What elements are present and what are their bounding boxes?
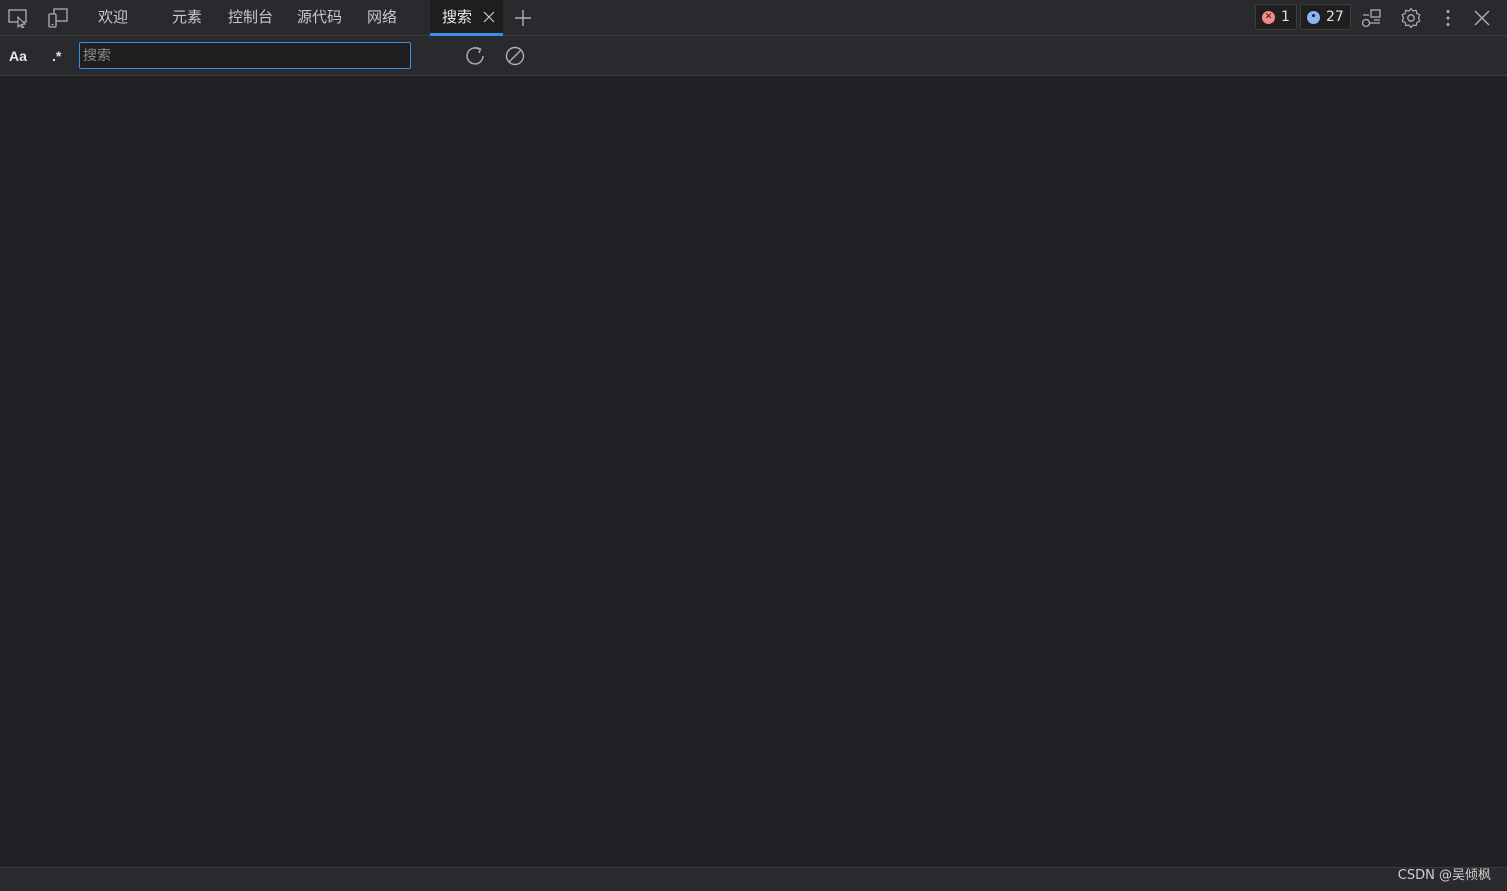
search-toolbar: Aa .* [0, 36, 1507, 76]
clear-results-icon[interactable] [503, 44, 527, 68]
close-devtools-icon[interactable] [1470, 6, 1494, 30]
tab-welcome[interactable]: 欢迎 [98, 0, 128, 36]
inspect-element-icon[interactable] [6, 6, 30, 30]
tab-console[interactable]: 控制台 [228, 0, 273, 36]
settings-gear-icon[interactable] [1399, 6, 1423, 30]
message-icon: • [1307, 10, 1320, 24]
messages-badge[interactable]: • 27 [1300, 4, 1351, 30]
tab-sources[interactable]: 源代码 [297, 0, 342, 36]
device-emulation-icon[interactable] [46, 6, 70, 30]
customize-icon[interactable] [1359, 6, 1383, 30]
tab-search-label: 搜索 [442, 8, 473, 26]
search-results-panel [0, 76, 1507, 867]
regex-button[interactable]: .* [52, 45, 61, 67]
add-tab-icon[interactable] [511, 6, 535, 30]
messages-count: 27 [1326, 9, 1344, 25]
tab-network[interactable]: 网络 [367, 0, 397, 36]
close-tab-icon[interactable] [481, 9, 497, 25]
errors-count: 1 [1281, 9, 1290, 25]
devtools-tabbar: 欢迎 元素 控制台 源代码 网络 搜索 ✕ 1 • 27 [0, 0, 1507, 36]
status-bar [0, 867, 1507, 891]
match-case-button[interactable]: Aa [9, 45, 27, 67]
tab-elements[interactable]: 元素 [172, 0, 202, 36]
refresh-icon[interactable] [463, 44, 487, 68]
error-icon: ✕ [1262, 10, 1275, 24]
errors-badge[interactable]: ✕ 1 [1255, 4, 1297, 30]
watermark-text: CSDN @吴倾枫 [1397, 868, 1491, 883]
more-options-icon[interactable] [1436, 6, 1460, 30]
search-input[interactable] [79, 42, 411, 69]
